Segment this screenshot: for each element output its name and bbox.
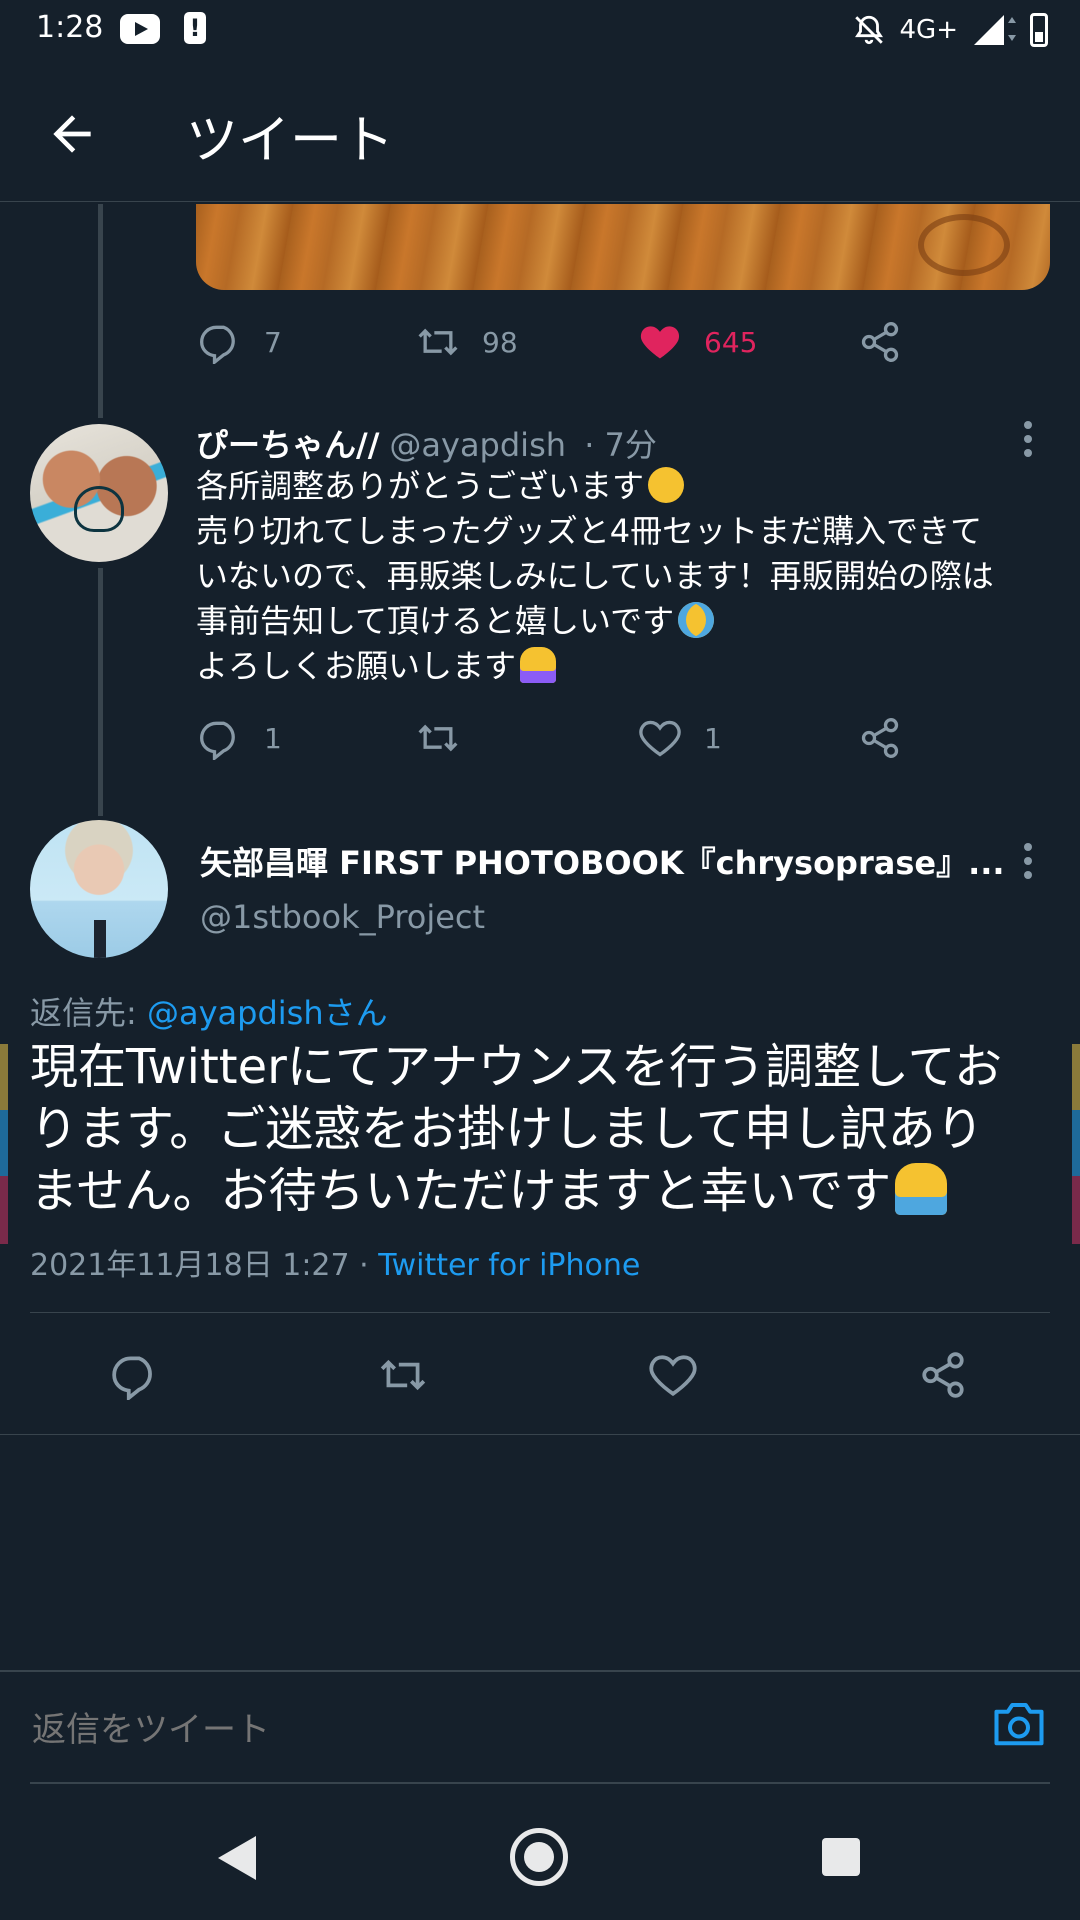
signal-icon [974, 15, 1016, 45]
user-name[interactable]: 矢部昌暉 FIRST PHOTOBOOK『chrysoprase』... [200, 838, 1005, 884]
heart-icon [639, 720, 681, 757]
retweet-button[interactable] [416, 716, 482, 760]
system-nav-bar [0, 1790, 1080, 1920]
replying-to: 返信先: @ayapdishさん [30, 988, 388, 1034]
like-button[interactable] [648, 1350, 698, 1400]
share-icon [922, 1352, 964, 1398]
reply-button[interactable]: 1 [198, 716, 282, 760]
tweet-line: 売り切れてしまったグッズと4冊セットまだ購入できて [196, 512, 983, 550]
tweet-line: 事前告知して頂けると嬉しいです [196, 602, 675, 640]
replying-to-label: 返信先: [30, 994, 147, 1032]
page-title: ツイート [186, 111, 395, 171]
loudly-crying-face-icon [678, 602, 715, 638]
main-tweet-text: 現在Twitterにてアナウンスを行う調整してお ります。ご迷惑をお掛けしまして… [30, 1036, 1060, 1222]
arrow-left-icon[interactable] [44, 106, 100, 162]
retweet-count: 98 [482, 325, 518, 359]
thread-line-bottom [98, 568, 103, 816]
tweet-line: ません。お待ちいただけますと幸いです [30, 1163, 892, 1219]
alert-icon: ! [184, 12, 206, 44]
tweet-image[interactable] [196, 204, 1050, 290]
tweet-client-link[interactable]: Twitter for iPhone [378, 1248, 640, 1283]
reply-composer [0, 1670, 1080, 1782]
thread-line-top [98, 204, 103, 418]
reply-button[interactable] [110, 1350, 160, 1400]
reply-tweet-text: 各所調整ありがとうございます 売り切れてしまったグッズと4冊セットまだ購入できて… [196, 464, 1056, 689]
like-count: 645 [704, 325, 758, 359]
heart-filled-icon [640, 326, 680, 359]
retweet-icon [418, 328, 458, 356]
tweet-line: 各所調整ありがとうございます [196, 467, 645, 505]
nav-home-icon[interactable] [510, 1828, 568, 1886]
nav-back-icon[interactable] [218, 1836, 256, 1880]
reply-tweet-header: ぴーちゃん// @ayapdish · 7分 [196, 420, 657, 466]
share-icon [861, 718, 899, 758]
network-type: 4G+ [899, 15, 958, 45]
like-button[interactable]: 1 [638, 716, 722, 760]
share-button[interactable] [858, 716, 902, 760]
battery-icon [1030, 13, 1048, 47]
notifications-off-icon [854, 15, 883, 45]
man-bowing-icon [895, 1163, 948, 1215]
reply-icon [200, 325, 235, 364]
more-options-icon[interactable] [1020, 838, 1036, 884]
avatar[interactable] [30, 820, 168, 958]
status-time: 1:28 [36, 10, 104, 45]
youtube-icon [120, 14, 160, 44]
tweet-line: ります。ご迷惑をお掛けしまして申し訳あり [30, 1101, 984, 1157]
divider [30, 1782, 1050, 1784]
tweet-meta: 2021年11月18日 1:27 · Twitter for iPhone [30, 1240, 640, 1284]
retweet-icon [380, 1359, 426, 1391]
user-handle[interactable]: @1stbook_Project [200, 898, 485, 936]
divider [30, 1312, 1050, 1313]
tweet-line: よろしくお願いします [196, 647, 517, 685]
reply-icon [200, 721, 235, 760]
tweet-timestamp: 2021年11月18日 1:27 · [30, 1248, 379, 1283]
side-edge-strip [1072, 1044, 1080, 1244]
like-button[interactable]: 645 [638, 320, 757, 364]
camera-icon[interactable] [992, 1698, 1046, 1748]
side-edge-strip [0, 1044, 8, 1244]
retweet-icon [418, 724, 458, 752]
share-button[interactable] [858, 320, 902, 364]
retweet-button[interactable] [378, 1350, 428, 1400]
tweet-time: · 7分 [584, 426, 657, 464]
face-rolling-eyes-icon [648, 467, 685, 503]
reply-count: 1 [264, 721, 282, 755]
retweet-button[interactable]: 98 [416, 320, 518, 364]
reply-count: 7 [264, 325, 282, 359]
more-options-icon[interactable] [1020, 416, 1036, 462]
user-name[interactable]: ぴーちゃん// [196, 426, 379, 464]
person-bowing-icon [520, 647, 557, 683]
reply-input[interactable] [32, 1710, 732, 1750]
reply-icon [112, 1356, 152, 1400]
share-button[interactable] [918, 1350, 968, 1400]
reply-mention-link[interactable]: @ayapdishさん [147, 994, 388, 1032]
user-handle: @ayapdish [389, 426, 567, 464]
tweet-line: いないので、再販楽しみにしています！再販開始の際は [196, 557, 994, 595]
reply-button[interactable]: 7 [198, 320, 282, 364]
tweet-line: 現在Twitterにてアナウンスを行う調整してお [30, 1039, 1003, 1095]
heart-icon [649, 1355, 697, 1396]
status-bar: 1:28 ! 4G+ [0, 0, 1080, 64]
avatar[interactable] [30, 424, 168, 562]
like-count: 1 [704, 721, 722, 755]
divider [0, 1434, 1080, 1435]
app-bar: ツイート [0, 64, 1080, 202]
share-icon [861, 322, 899, 362]
nav-recents-icon[interactable] [822, 1838, 860, 1876]
